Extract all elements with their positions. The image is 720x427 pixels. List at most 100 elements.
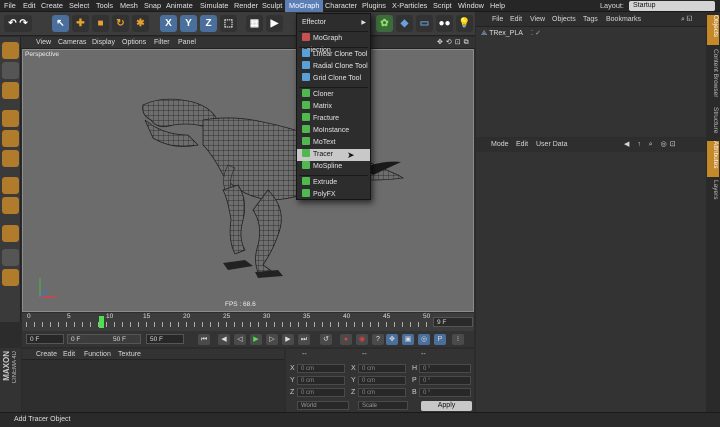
position-x-field[interactable]: 0 cm (297, 364, 345, 373)
render-picture-viewer-icon[interactable]: ▶ (266, 15, 283, 32)
rotation-p-field[interactable]: 0 ° (419, 376, 471, 385)
y-axis-icon[interactable]: Y (180, 15, 197, 32)
menu-tools[interactable]: Tools (96, 0, 113, 12)
menu-item-extrude[interactable]: Extrude (297, 177, 370, 189)
viewport-menu-view[interactable]: View (36, 37, 51, 49)
key-position-icon[interactable]: ✥ (386, 334, 398, 345)
menu-item-mospline[interactable]: MoSpline (297, 161, 370, 173)
size-z-field[interactable]: 0 cm (358, 388, 406, 397)
obj-menu-tags[interactable]: Tags (583, 13, 598, 27)
menu-script[interactable]: Script (433, 0, 452, 12)
menu-file[interactable]: File (4, 0, 16, 12)
next-key-icon[interactable]: ▶ (282, 334, 294, 345)
menu-item-mograph-selection[interactable]: MoGraph Selection (297, 33, 370, 54)
key-rotation-icon[interactable]: ◎ (418, 334, 430, 345)
go-to-end-icon[interactable]: ⏭ (298, 334, 310, 345)
menu-item-grid-clone-tool[interactable]: Grid Clone Tool (297, 73, 370, 85)
workplane-icon[interactable] (2, 82, 19, 99)
scale-tool-icon[interactable]: ■ (92, 15, 109, 32)
tab-structure[interactable]: Structure (707, 107, 719, 137)
key-scale-icon[interactable]: ▣ (402, 334, 414, 345)
visibility-dots-icon[interactable]: ⁚ ✓ (531, 30, 541, 37)
menu-item-moinstance[interactable]: MoInstance (297, 125, 370, 137)
tab-layers[interactable]: Layers (707, 180, 719, 204)
cloner-toolbar-icon[interactable]: ✿ (376, 15, 393, 32)
move-tool-icon[interactable]: ✚ (72, 15, 89, 32)
menu-xparticles[interactable]: X-Particles (392, 0, 427, 12)
size-x-field[interactable]: 0 cm (358, 364, 406, 373)
snap-icon[interactable] (2, 225, 19, 242)
tab-content-browser[interactable]: Content Browser (707, 49, 719, 105)
prev-key-icon[interactable]: ◀ (218, 334, 230, 345)
obj-menu-edit[interactable]: Edit (510, 13, 522, 27)
menu-character[interactable]: Character (325, 0, 357, 12)
menu-item-cloner[interactable]: Cloner (297, 89, 370, 101)
select-tool-icon[interactable]: ↖ (52, 15, 69, 32)
start-frame-field[interactable]: 0 F (26, 334, 64, 344)
tweak-mode-icon[interactable] (2, 197, 19, 214)
menu-create[interactable]: Create (41, 0, 63, 12)
rotation-b-field[interactable]: 0 ° (419, 388, 471, 397)
menu-plugins[interactable]: Plugins (362, 0, 386, 12)
obj-menu-view[interactable]: View (530, 13, 545, 27)
tab-objects[interactable]: Objects (707, 15, 719, 45)
menu-select[interactable]: Select (69, 0, 89, 12)
attr-nav-icons[interactable]: ◀ ↑ ⌕ ◎⊡ (624, 138, 679, 152)
material-menu-edit[interactable]: Edit (63, 349, 75, 360)
polygons-mode-icon[interactable] (2, 150, 19, 167)
solo-icon[interactable] (2, 269, 19, 286)
obj-search-icon[interactable]: ⌕◱ (681, 13, 694, 27)
light-icon[interactable]: 💡 (456, 15, 473, 32)
x-axis-icon[interactable]: X (160, 15, 177, 32)
viewport-menu-options[interactable]: Options (122, 37, 146, 49)
menu-mesh[interactable]: Mesh (120, 0, 138, 12)
menu-help[interactable]: Help (490, 0, 505, 12)
keyframe-selection-icon[interactable]: ? (372, 334, 384, 345)
record-icon[interactable]: ● (340, 334, 352, 345)
viewport-menu-filter[interactable]: Filter (154, 37, 170, 49)
obj-menu-objects[interactable]: Objects (552, 13, 576, 27)
menu-item-motext[interactable]: MoText (297, 137, 370, 149)
size-y-field[interactable]: 0 cm (358, 376, 406, 385)
position-y-field[interactable]: 0 cm (297, 376, 345, 385)
viewport-menu-display[interactable]: Display (92, 37, 115, 49)
object-row[interactable]: ⟁ TRex_PLA ⁚ ✓ (481, 29, 541, 38)
menu-item-polyfx[interactable]: PolyFX (297, 189, 370, 201)
material-menu-function[interactable]: Function (84, 349, 111, 360)
menu-item-tracer[interactable]: Tracer ➤ (297, 149, 370, 161)
menu-window[interactable]: Window (458, 0, 484, 12)
viewport-3d[interactable] (22, 49, 474, 312)
menu-edit[interactable]: Edit (23, 0, 36, 12)
render-view-icon[interactable]: ▦ (246, 15, 263, 32)
prev-frame-icon[interactable]: ◁ (234, 334, 246, 345)
key-pla-icon[interactable]: ⁝ (452, 334, 464, 345)
autokey-icon[interactable]: ◉ (356, 334, 368, 345)
playhead[interactable] (99, 316, 104, 328)
end-frame-field[interactable]: 50 F (146, 334, 184, 344)
camera-icon[interactable]: ●● (436, 15, 453, 32)
coordinate-system-icon[interactable]: ⬚ (220, 15, 237, 32)
points-mode-icon[interactable] (2, 110, 19, 127)
attr-menu-edit[interactable]: Edit (516, 138, 528, 152)
obj-menu-bookmarks[interactable]: Bookmarks (606, 13, 641, 27)
rotation-h-field[interactable]: 0 ° (419, 364, 471, 373)
layout-select[interactable]: Startup (629, 1, 715, 11)
viewport-nav-icons[interactable]: ✥⟲⊡⧉ (437, 37, 472, 49)
play-icon[interactable]: ▶ (250, 334, 262, 345)
menu-mograph[interactable]: MoGraph (285, 0, 324, 12)
menu-item-effector[interactable]: Effector ▶ (297, 17, 370, 29)
timeline[interactable]: 0 5 10 15 20 25 30 35 40 45 50 (22, 313, 474, 331)
undo-icon[interactable]: ↶ ↷ (4, 15, 32, 32)
texture-mode-icon[interactable] (2, 62, 19, 79)
material-menu-texture[interactable]: Texture (118, 349, 141, 360)
current-frame-field[interactable]: 9 F (433, 317, 473, 327)
material-menu-create[interactable]: Create (36, 349, 57, 360)
lock-workplane-icon[interactable] (2, 249, 19, 266)
range-slider[interactable]: 0 F 50 F (67, 334, 141, 344)
material-manager-area[interactable] (22, 360, 284, 412)
menu-simulate[interactable]: Simulate (200, 0, 228, 12)
viewport-menu-cameras[interactable]: Cameras (58, 37, 86, 49)
key-param-icon[interactable]: P (434, 334, 446, 345)
loop-icon[interactable]: ↺ (320, 334, 332, 345)
position-z-field[interactable]: 0 cm (297, 388, 345, 397)
